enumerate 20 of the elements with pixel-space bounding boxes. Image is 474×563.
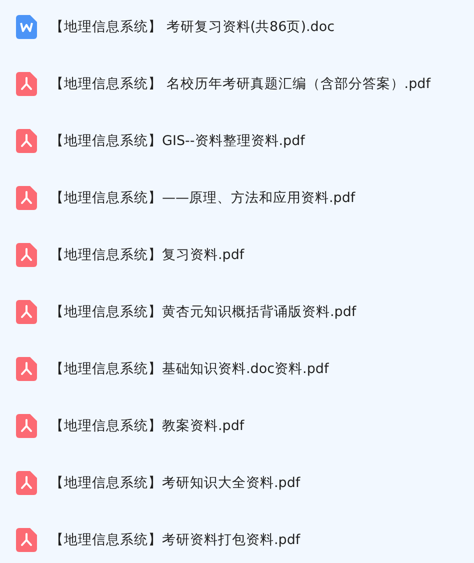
pdf-document-icon <box>16 414 37 438</box>
file-link[interactable]: 【地理信息系统】黄杏元知识概括背诵版资料.pdf <box>50 302 356 322</box>
pdf-document-icon <box>16 471 37 495</box>
word-document-icon <box>16 15 37 39</box>
pdf-document-icon <box>16 72 37 96</box>
pdf-document-icon <box>16 300 37 324</box>
pdf-document-icon <box>16 186 37 210</box>
file-link[interactable]: 【地理信息系统】考研资料打包资料.pdf <box>50 530 300 550</box>
pdf-document-icon <box>16 243 37 267</box>
file-link[interactable]: 【地理信息系统】复习资料.pdf <box>50 244 244 266</box>
pdf-document-icon <box>16 129 37 153</box>
file-link[interactable]: 【地理信息系统】基础知识资料.doc资料.pdf <box>50 358 329 380</box>
file-link[interactable]: 【地理信息系统】——原理、方法和应用资料.pdf <box>50 188 356 208</box>
file-link[interactable]: 【地理信息系统】 名校历年考研真题汇编（含部分答案）.pdf <box>50 74 430 94</box>
file-link[interactable]: 【地理信息系统】教案资料.pdf <box>50 416 244 436</box>
pdf-document-icon <box>16 528 37 552</box>
file-link[interactable]: 【地理信息系统】GIS--资料整理资料.pdf <box>50 130 305 152</box>
pdf-document-icon <box>16 357 37 381</box>
file-link[interactable]: 【地理信息系统】 考研复习资料(共86页).doc <box>50 16 335 38</box>
file-link[interactable]: 【地理信息系统】考研知识大全资料.pdf <box>50 472 300 494</box>
